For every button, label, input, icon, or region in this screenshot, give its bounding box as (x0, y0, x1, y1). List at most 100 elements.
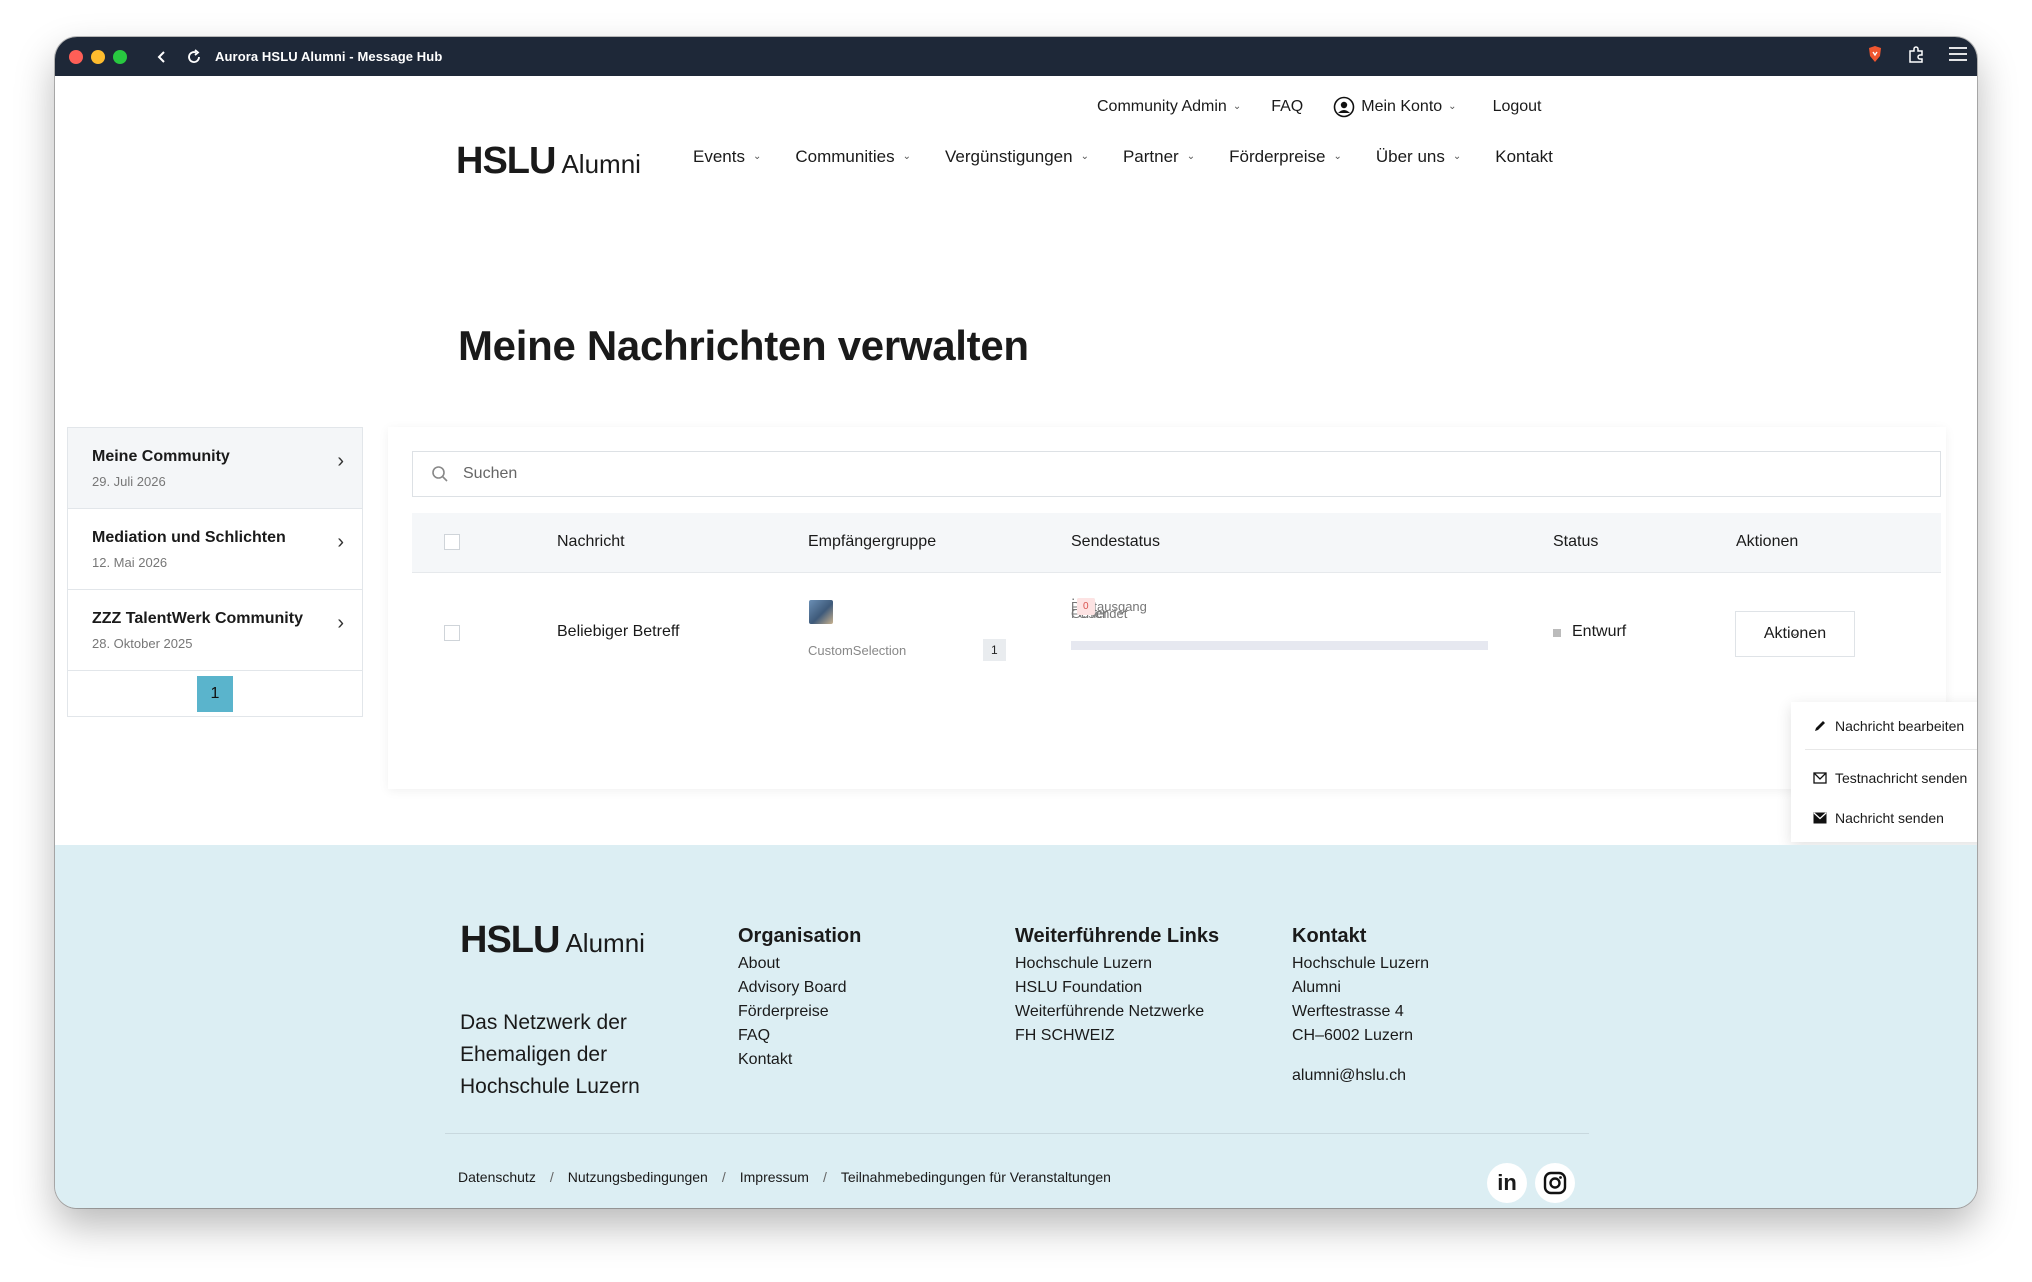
nav-events[interactable]: Events ⌄ (693, 147, 761, 167)
footer-contact: Kontakt Hochschule Luzern Alumni Werftes… (1292, 925, 1429, 1088)
contact-line: Alumni (1292, 979, 1341, 996)
search-icon (432, 466, 448, 482)
title-bar: Aurora HSLU Alumni - Message Hub (55, 37, 1977, 76)
sidebar-item-mediation[interactable]: Mediation und Schlichten 12. Mai 2026 › (68, 509, 362, 590)
community-name: ZZZ TalentWerk Community (92, 610, 303, 627)
separator: / (721, 1169, 726, 1185)
send-message-item[interactable]: Nachricht senden (1813, 810, 1944, 826)
nav-label: Vergünstigungen (944, 147, 1073, 166)
separator: / (822, 1169, 827, 1185)
logout-label: Logout (1492, 98, 1542, 115)
chevron-right-icon: › (337, 612, 344, 634)
nav-label: Kontakt (1495, 147, 1553, 166)
contact-line: Werftestrasse 4 (1292, 1003, 1404, 1020)
faq-link[interactable]: FAQ (1271, 98, 1303, 116)
legal-link-teilnahmebedingungen[interactable]: Teilnahmebedingungen für Veranstaltungen (841, 1169, 1111, 1185)
sidebar-item-meine-community[interactable]: Meine Community 29. Juli 2026 › (68, 428, 362, 509)
site-footer: HSLU Alumni Das Netzwerk der Ehemaligen … (55, 845, 1977, 1208)
footer-link-netzwerke[interactable]: Weiterführende Netzwerke (1015, 1000, 1219, 1024)
status-indicator (1553, 629, 1561, 637)
nav-label: Förderpreise (1229, 147, 1326, 166)
recipient-group-label: CustomSelection (808, 643, 907, 658)
community-admin-menu[interactable]: Community Admin ⌄ (1097, 98, 1241, 116)
send-test-message-label: Testnachricht senden (1835, 770, 1968, 786)
envelope-filled-icon (1813, 812, 1827, 824)
page-button-1[interactable]: 1 (197, 675, 233, 712)
column-header-actions: Aktionen (1736, 533, 1799, 550)
menu-icon[interactable] (1949, 47, 1967, 66)
minimize-window-button[interactable] (91, 49, 105, 64)
footer-link-kontakt[interactable]: Kontakt (738, 1048, 861, 1072)
footer-link-fh-schweiz[interactable]: FH SCHWEIZ (1015, 1024, 1219, 1048)
account-menu[interactable]: Mein Konto ⌄ (1333, 96, 1457, 118)
community-name: Mediation und Schlichten (92, 529, 286, 546)
community-date: 28. Oktober 2025 (92, 636, 193, 651)
edit-message-label: Nachricht bearbeiten (1835, 718, 1965, 734)
recipient-avatar (809, 600, 833, 624)
legal-link-nutzungsbedingungen[interactable]: Nutzungsbedingungen (568, 1169, 708, 1185)
column-header-message: Nachricht (557, 533, 625, 550)
community-date: 29. Juli 2026 (92, 474, 166, 489)
logo-light: Alumni (565, 928, 645, 958)
chevron-down-icon: ⌄ (1080, 150, 1089, 162)
nav-ueber-uns[interactable]: Über uns ⌄ (1376, 147, 1461, 167)
browser-window: Aurora HSLU Alumni - Message Hub Communi… (55, 37, 1977, 1208)
nav-verguenstigungen[interactable]: Vergünstigungen ⌄ (945, 147, 1089, 167)
send-progress-bar (1071, 641, 1488, 650)
page-title: Meine Nachrichten verwalten (458, 322, 1029, 369)
search-input[interactable] (463, 465, 1822, 483)
select-all-checkbox[interactable] (444, 534, 460, 550)
column-header-status: Status (1553, 533, 1599, 550)
legal-link-impressum[interactable]: Impressum (740, 1169, 809, 1185)
footer-heading: Kontakt (1292, 925, 1367, 947)
utility-nav: Community Admin ⌄ FAQ Mein Konto ⌄ Logou… (1097, 96, 1572, 118)
footer-link-faq[interactable]: FAQ (738, 1024, 861, 1048)
footer-link-about[interactable]: About (738, 952, 861, 976)
chevron-down-icon: ⌄ (902, 150, 911, 162)
legal-link-datenschutz[interactable]: Datenschutz (458, 1169, 536, 1185)
site-logo[interactable]: HSLU Alumni (456, 140, 641, 183)
community-sidebar: Meine Community 29. Juli 2026 › Mediatio… (67, 427, 363, 717)
error-count: 0 (1077, 597, 1095, 615)
logo-bold: HSLU (460, 919, 560, 961)
footer-link-foerderpreise[interactable]: Förderpreise (738, 1000, 861, 1024)
row-checkbox[interactable] (444, 625, 460, 641)
logout-link[interactable]: Logout (1493, 98, 1542, 116)
chevron-down-icon: ⌄ (752, 150, 762, 162)
user-icon (1333, 96, 1355, 118)
logo-bold: HSLU (456, 140, 556, 182)
back-icon[interactable] (151, 46, 173, 68)
footer-link-foundation[interactable]: HSLU Foundation (1015, 976, 1219, 1000)
chevron-down-icon: ⌄ (1452, 150, 1462, 162)
dropdown-divider (1805, 749, 1977, 750)
reload-icon[interactable] (183, 46, 205, 68)
nav-partner[interactable]: Partner ⌄ (1123, 147, 1195, 167)
send-test-message-item[interactable]: Testnachricht senden (1813, 770, 1967, 786)
extensions-icon[interactable] (1907, 45, 1925, 68)
actions-button[interactable]: Aktionen ⌄ (1735, 611, 1855, 657)
nav-kontakt[interactable]: Kontakt (1495, 147, 1553, 167)
account-label: Mein Konto (1361, 98, 1443, 115)
footer-heading: Organisation (738, 925, 862, 947)
instagram-icon[interactable] (1535, 1163, 1575, 1203)
chevron-down-icon: ⌄ (1186, 150, 1196, 162)
maximize-window-button[interactable] (113, 49, 127, 64)
column-header-send-status: Sendestatus (1071, 533, 1160, 550)
main-nav: Events ⌄ Communities ⌄ Vergünstigungen ⌄ Pa… (693, 147, 1587, 167)
contact-email-link[interactable]: alumni@hslu.ch (1292, 1064, 1429, 1088)
footer-link-hslu[interactable]: Hochschule Luzern (1015, 952, 1219, 976)
send-message-label: Nachricht senden (1835, 810, 1944, 826)
window-title: Aurora HSLU Alumni - Message Hub (215, 49, 443, 64)
edit-message-item[interactable]: Nachricht bearbeiten (1813, 718, 1964, 734)
nav-label: Communities (795, 147, 895, 166)
close-window-button[interactable] (69, 49, 83, 64)
faq-label: FAQ (1271, 98, 1304, 115)
footer-logo[interactable]: HSLU Alumni (460, 919, 645, 962)
chevron-down-icon: ⌄ (1232, 100, 1242, 112)
brave-shield-icon[interactable] (1867, 45, 1883, 68)
sidebar-item-talentwerk[interactable]: ZZZ TalentWerk Community 28. Oktober 202… (68, 590, 362, 671)
linkedin-icon[interactable]: in (1487, 1163, 1527, 1203)
footer-link-advisory-board[interactable]: Advisory Board (738, 976, 861, 1000)
nav-communities[interactable]: Communities ⌄ (795, 147, 911, 167)
nav-foerderpreise[interactable]: Förderpreise ⌄ (1229, 147, 1342, 167)
